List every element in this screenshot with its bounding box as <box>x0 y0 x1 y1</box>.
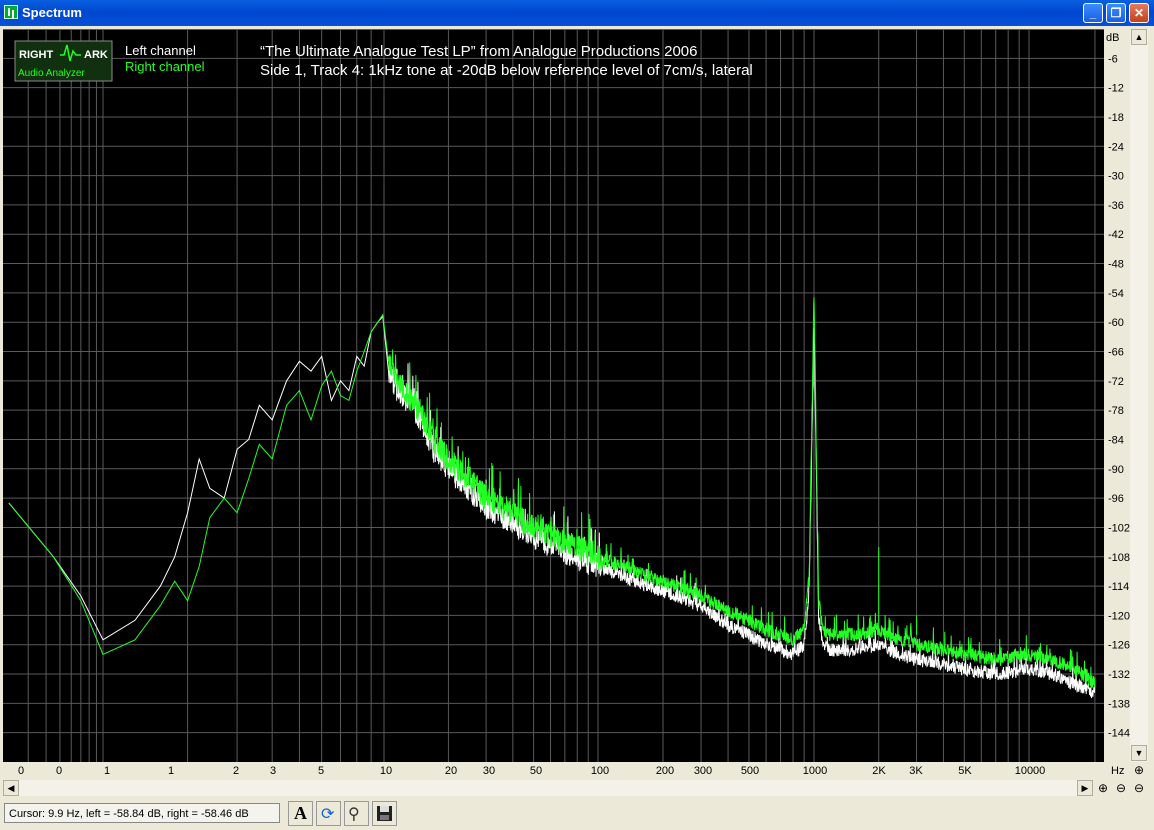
x-tick-label: 1 <box>168 765 174 777</box>
font-icon-button[interactable]: A <box>288 801 313 826</box>
spectrum-plot[interactable]: RIGHT ARK Audio Analyzer Left channel Ri… <box>3 29 1104 762</box>
y-tick-label: -6 <box>1108 53 1118 65</box>
scroll-right-icon[interactable]: ▶ <box>1077 780 1093 796</box>
y-tick-label: -132 <box>1108 669 1130 681</box>
x-tick-label: 1 <box>104 765 110 777</box>
y-tick-label: -138 <box>1108 698 1130 710</box>
x-tick-label: 10 <box>380 765 392 777</box>
refresh-icon: ⟳ <box>321 806 335 823</box>
logo-text-right: RIGHT <box>19 49 54 61</box>
x-tick-label: 50 <box>530 765 542 777</box>
y-tick-label: -60 <box>1108 317 1124 329</box>
right-channel-line <box>8 297 1096 688</box>
minimize-button[interactable]: _ <box>1083 3 1103 23</box>
y-tick-label: -102 <box>1108 522 1130 534</box>
y-unit-label: dB <box>1106 32 1119 44</box>
y-tick-label: -90 <box>1108 464 1124 476</box>
y-tick-label: -66 <box>1108 347 1124 359</box>
close-button[interactable]: ✕ <box>1129 3 1149 23</box>
y-tick-label: -54 <box>1108 288 1124 300</box>
chart-title: “The Ultimate Analogue Test LP” from Ana… <box>260 43 697 60</box>
y-tick-label: -126 <box>1108 640 1130 652</box>
zoom-out-vertical-icon[interactable]: ⊖ <box>1131 780 1147 796</box>
legend-right-channel: Right channel <box>125 59 205 74</box>
x-tick-label: 2 <box>233 765 239 777</box>
window-title: Spectrum <box>22 5 82 20</box>
zoom-out-horizontal-icon[interactable]: ⊖ <box>1113 780 1129 796</box>
y-tick-label: -78 <box>1108 405 1124 417</box>
x-axis-labels: Hz 0 0 1 1 2 3 5 10 20 30 50 100 200 300 500 1000 2K 3K 5K… <box>18 765 1125 777</box>
x-tick-label: 5 <box>318 765 324 777</box>
font-icon: A <box>294 803 307 823</box>
zoom-in-vertical-icon[interactable]: ⊕ <box>1131 762 1147 778</box>
y-tick-label: -114 <box>1108 581 1129 593</box>
x-tick-label: 200 <box>656 765 674 777</box>
search-button[interactable]: ⚲ <box>344 801 369 826</box>
scroll-left-icon[interactable]: ◀ <box>3 780 19 796</box>
x-unit-label: Hz <box>1111 765 1124 777</box>
y-tick-label: -18 <box>1108 112 1124 124</box>
y-tick-label: -144 <box>1108 728 1130 740</box>
restore-button[interactable]: ❐ <box>1106 3 1126 23</box>
y-tick-label: -30 <box>1108 171 1124 183</box>
vertical-scrollbar[interactable]: ▲ ▼ <box>1130 29 1148 762</box>
y-tick-label: -24 <box>1108 141 1124 153</box>
x-tick-label: 2K <box>872 765 886 777</box>
y-tick-label: -36 <box>1108 200 1124 212</box>
x-tick-label: 0 <box>18 765 24 777</box>
refresh-button[interactable]: ⟳ <box>316 801 341 826</box>
series-curves <box>8 297 1096 699</box>
x-tick-label: 100 <box>591 765 609 777</box>
y-tick-label: -72 <box>1108 376 1124 388</box>
save-button[interactable] <box>372 801 397 826</box>
y-tick-label: -120 <box>1108 610 1130 622</box>
status-bar: Cursor: 9.9 Hz, left = -58.84 dB, right … <box>0 798 1154 830</box>
search-icon: ⚲ <box>348 806 360 823</box>
horizontal-scrollbar[interactable]: ◀ ▶ <box>3 780 1093 796</box>
x-tick-label: 300 <box>694 765 712 777</box>
y-tick-label: -42 <box>1108 229 1124 241</box>
x-tick-label: 30 <box>483 765 495 777</box>
y-tick-label: -48 <box>1108 259 1124 271</box>
chart-subtitle: Side 1, Track 4: 1kHz tone at -20dB belo… <box>260 62 753 79</box>
x-tick-label: 10000 <box>1015 765 1046 777</box>
y-tick-label: -108 <box>1108 552 1130 564</box>
legend-left-channel: Left channel <box>125 43 196 58</box>
zoom-in-horizontal-icon[interactable]: ⊕ <box>1095 780 1111 796</box>
logo-text-ark: ARK <box>84 49 108 61</box>
scroll-up-icon[interactable]: ▲ <box>1131 29 1147 45</box>
cursor-readout: Cursor: 9.9 Hz, left = -58.84 dB, right … <box>4 803 280 823</box>
left-channel-line <box>8 315 1096 699</box>
x-tick-label: 1000 <box>803 765 827 777</box>
legend: RIGHT ARK Audio Analyzer Left channel Ri… <box>14 40 205 82</box>
y-axis-labels: dB -6 -12 -18 -24 -30 -36 -42 -48 -54 -60 -66 -72 -7… <box>1106 32 1130 740</box>
scroll-down-icon[interactable]: ▼ <box>1131 745 1147 761</box>
x-tick-label: 0 <box>56 765 62 777</box>
y-tick-label: -96 <box>1108 493 1124 505</box>
save-icon <box>377 806 392 821</box>
x-tick-label: 20 <box>445 765 457 777</box>
x-tick-label: 3 <box>270 765 276 777</box>
x-tick-label: 500 <box>741 765 759 777</box>
x-tick-label: 5K <box>958 765 972 777</box>
y-tick-label: -84 <box>1108 434 1124 446</box>
title-bar: Spectrum _ ❐ ✕ <box>0 0 1154 26</box>
x-tick-label: 3K <box>909 765 923 777</box>
app-icon <box>4 5 18 19</box>
y-tick-label: -12 <box>1108 83 1124 95</box>
spectrum-chart-svg: RIGHT ARK Audio Analyzer Left channel Ri… <box>3 29 1104 762</box>
logo-text-subtitle: Audio Analyzer <box>18 68 85 79</box>
